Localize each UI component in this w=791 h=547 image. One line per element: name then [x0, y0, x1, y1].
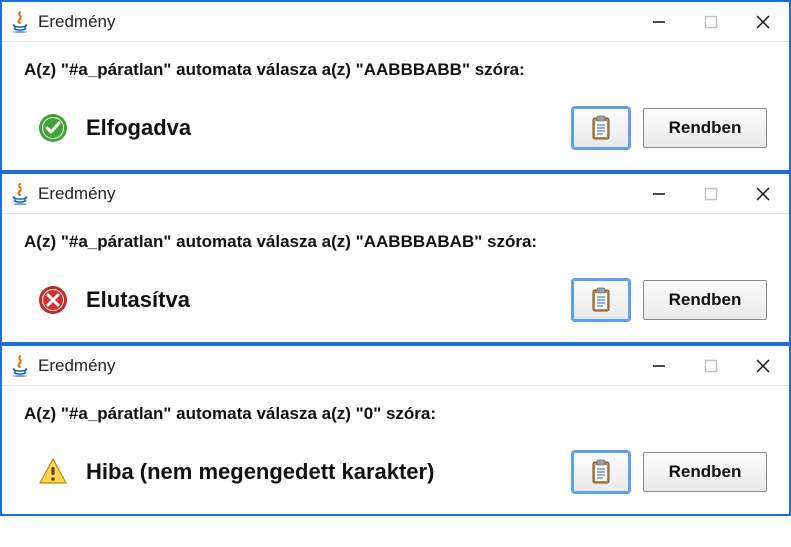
dialog-body: A(z) "#a_páratlan" automata válasza a(z)… — [2, 386, 789, 514]
result-dialog: Eredmény A(z) "#a_páratlan" automata vál… — [0, 0, 791, 172]
warning-icon — [38, 457, 68, 487]
maximize-button — [685, 346, 737, 386]
window-title: Eredmény — [38, 12, 115, 32]
prompt-text: A(z) "#a_páratlan" automata válasza a(z)… — [24, 404, 767, 424]
status-row: Elfogadva Rendben — [24, 108, 767, 148]
maximize-button — [685, 174, 737, 214]
status-row: Elutasítva Rendben — [24, 280, 767, 320]
clipboard-icon — [590, 459, 612, 485]
dialog-body: A(z) "#a_páratlan" automata válasza a(z)… — [2, 214, 789, 342]
close-button[interactable] — [737, 346, 789, 386]
java-icon — [10, 11, 30, 33]
java-icon — [10, 183, 30, 205]
titlebar[interactable]: Eredmény — [2, 346, 789, 386]
window-title: Eredmény — [38, 356, 115, 376]
ok-button[interactable]: Rendben — [643, 452, 767, 492]
status-row: Hiba (nem megengedett karakter) Rendben — [24, 452, 767, 492]
prompt-text: A(z) "#a_páratlan" automata válasza a(z)… — [24, 60, 767, 80]
status-text: Elfogadva — [86, 115, 191, 141]
prompt-text: A(z) "#a_páratlan" automata válasza a(z)… — [24, 232, 767, 252]
maximize-button — [685, 2, 737, 42]
status-text: Hiba (nem megengedett karakter) — [86, 459, 434, 485]
ok-button[interactable]: Rendben — [643, 108, 767, 148]
accept-icon — [38, 113, 68, 143]
minimize-button[interactable] — [633, 346, 685, 386]
copy-button[interactable] — [573, 452, 629, 492]
minimize-button[interactable] — [633, 174, 685, 214]
result-dialog: Eredmény A(z) "#a_páratlan" automata vál… — [0, 344, 791, 516]
close-button[interactable] — [737, 2, 789, 42]
copy-button[interactable] — [573, 108, 629, 148]
minimize-button[interactable] — [633, 2, 685, 42]
titlebar[interactable]: Eredmény — [2, 174, 789, 214]
window-title: Eredmény — [38, 184, 115, 204]
result-dialog: Eredmény A(z) "#a_páratlan" automata vál… — [0, 172, 791, 344]
reject-icon — [38, 285, 68, 315]
ok-button[interactable]: Rendben — [643, 280, 767, 320]
status-text: Elutasítva — [86, 287, 190, 313]
clipboard-icon — [590, 287, 612, 313]
copy-button[interactable] — [573, 280, 629, 320]
close-button[interactable] — [737, 174, 789, 214]
java-icon — [10, 355, 30, 377]
dialog-body: A(z) "#a_páratlan" automata válasza a(z)… — [2, 42, 789, 170]
titlebar[interactable]: Eredmény — [2, 2, 789, 42]
clipboard-icon — [590, 115, 612, 141]
